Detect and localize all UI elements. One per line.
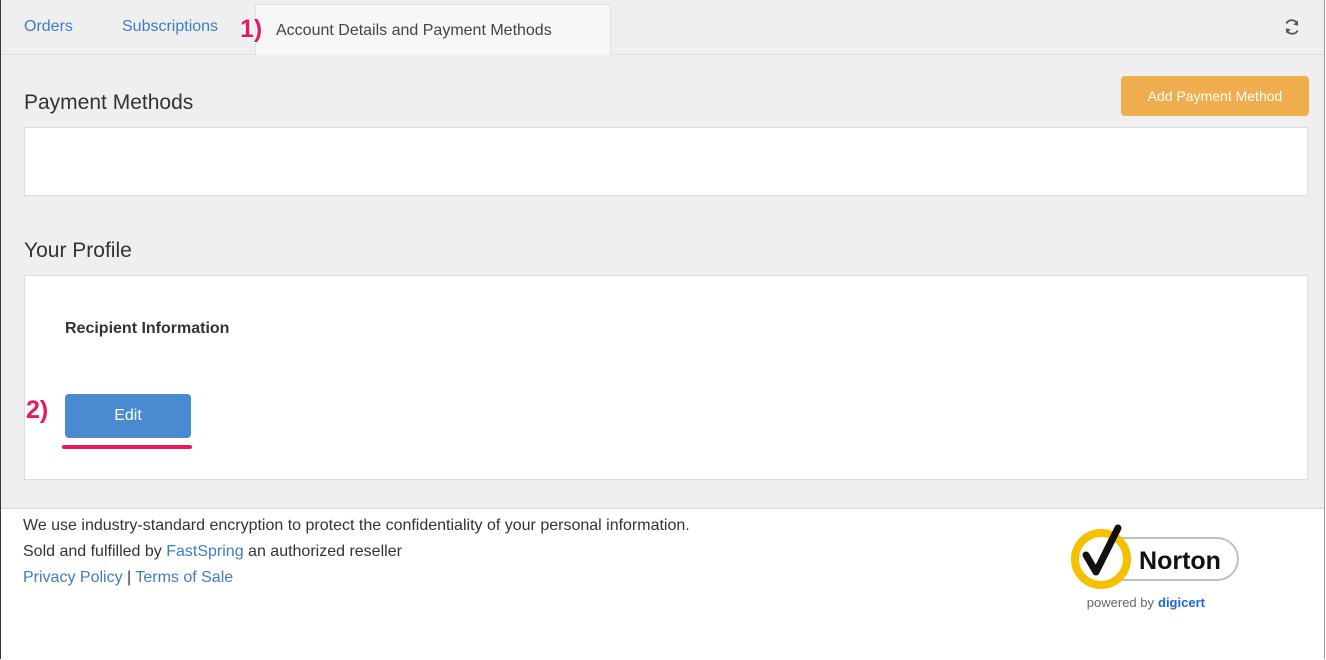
powered-by-text: powered by [1087, 595, 1155, 610]
edit-button[interactable]: Edit [65, 394, 191, 438]
annotation-step-2: 2) [26, 396, 49, 424]
norton-digicert-badge[interactable]: Norton powered by digicert [1068, 514, 1248, 614]
privacy-policy-link[interactable]: Privacy Policy [23, 569, 123, 586]
sold-suffix: an authorized reseller [248, 543, 402, 560]
legal-separator: | [127, 569, 132, 586]
payment-methods-panel [24, 127, 1308, 196]
fastspring-link[interactable]: FastSpring [166, 543, 243, 560]
terms-of-sale-link[interactable]: Terms of Sale [135, 569, 233, 586]
sold-prefix: Sold and fulfilled by [23, 543, 162, 560]
tab-bar: Orders Subscriptions Account Details and… [1, 0, 1324, 55]
tab-subscriptions[interactable]: Subscriptions [122, 18, 218, 36]
encryption-notice: We use industry-standard encryption to p… [23, 517, 690, 534]
norton-wordmark: Norton [1139, 547, 1221, 575]
add-payment-method-button[interactable]: Add Payment Method [1121, 76, 1309, 116]
main-content: Payment Methods Add Payment Method Your … [1, 55, 1324, 509]
digicert-wordmark: digicert [1158, 595, 1206, 610]
legal-links: Privacy Policy | Terms of Sale [23, 565, 690, 591]
payment-methods-title: Payment Methods [24, 91, 194, 114]
footer: We use industry-standard encryption to p… [23, 513, 690, 591]
reseller-notice: Sold and fulfilled by FastSpring an auth… [23, 539, 690, 565]
tab-account-details-label: Account Details and Payment Methods [276, 22, 552, 39]
your-profile-title: Your Profile [24, 239, 132, 262]
tab-orders[interactable]: Orders [24, 18, 73, 36]
annotation-step-1: 1) [240, 15, 263, 43]
refresh-icon[interactable] [1282, 17, 1302, 37]
annotation-underline-2 [62, 445, 192, 449]
tab-account-details[interactable]: Account Details and Payment Methods [255, 4, 611, 55]
recipient-information-heading: Recipient Information [65, 320, 230, 337]
profile-panel: Recipient Information Edit [24, 275, 1308, 480]
